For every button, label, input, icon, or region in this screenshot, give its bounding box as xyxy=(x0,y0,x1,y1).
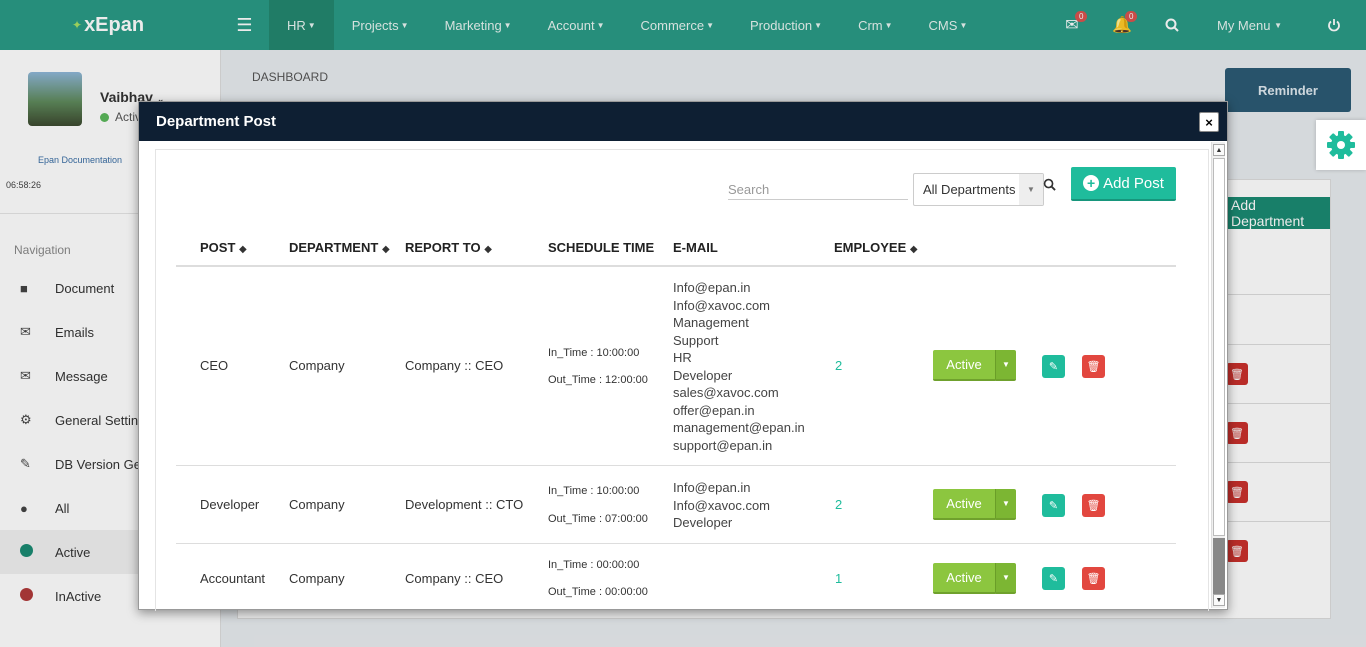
close-icon[interactable]: × xyxy=(1199,112,1219,132)
report-to-cell: Company :: CEO xyxy=(405,571,504,586)
column-label: EMPLOYEE xyxy=(834,240,907,255)
email-list: Info@epan.in Info@xavoc.com Developer xyxy=(673,479,770,532)
caret-down-icon[interactable]: ▼ xyxy=(995,350,1016,381)
post-cell: CEO xyxy=(200,358,229,373)
edit-pencil-icon[interactable]: ✎ xyxy=(1042,494,1065,517)
sort-icon: ◆ xyxy=(484,244,492,255)
add-post-button[interactable]: + Add Post xyxy=(1071,167,1176,201)
in-time: In_Time : 10:00:00 xyxy=(548,485,640,497)
row-divider xyxy=(176,465,1176,466)
column-header-report-to[interactable]: REPORT TO ◆ xyxy=(405,240,492,255)
email-item: Info@epan.in xyxy=(673,480,751,495)
modal-body: All Departments ▼ +Add Post POST ◆ DEPAR… xyxy=(155,149,1209,611)
column-label: POST xyxy=(200,240,236,255)
edit-pencil-icon[interactable]: ✎ xyxy=(1042,355,1065,378)
status-dropdown: Active ▼ xyxy=(933,489,1016,520)
department-cell: Company xyxy=(289,571,345,586)
email-item: management@epan.in xyxy=(673,420,805,435)
department-post-modal: Department Post × All Departments ▼ +Add… xyxy=(138,101,1228,611)
delete-trash-icon[interactable]: 🗑 xyxy=(1082,494,1105,517)
employee-count-link[interactable]: 1 xyxy=(835,571,842,586)
post-cell: Developer xyxy=(200,497,260,512)
column-header-email: E-MAIL xyxy=(673,240,718,255)
row-divider xyxy=(176,543,1176,544)
email-item: Developer xyxy=(673,367,733,383)
email-item: Info@xavoc.com xyxy=(673,497,771,513)
search-icon[interactable] xyxy=(1043,178,1056,194)
scrollbar-thumb[interactable] xyxy=(1213,158,1225,536)
in-time: In_Time : 00:00:00 xyxy=(548,559,640,571)
column-label: REPORT TO xyxy=(405,240,481,255)
status-dropdown: Active ▼ xyxy=(933,563,1016,594)
active-button[interactable]: Active xyxy=(933,563,995,594)
email-item: offer@epan.in xyxy=(673,402,755,418)
modal-header: Department Post × xyxy=(139,102,1227,141)
email-item: sales@xavoc.com xyxy=(673,385,779,400)
report-to-cell: Development :: CTO xyxy=(405,497,524,512)
sort-icon: ◆ xyxy=(909,244,918,255)
department-filter-value: All Departments xyxy=(923,182,1016,197)
column-header-schedule-time: SCHEDULE TIME xyxy=(548,240,655,255)
gear-icon xyxy=(1327,131,1355,159)
column-header-department[interactable]: DEPARTMENT ◆ xyxy=(289,240,390,255)
report-to-cell: Company :: CEO xyxy=(405,358,504,373)
email-item: Support xyxy=(673,332,719,348)
in-time: In_Time : 10:00:00 xyxy=(548,347,640,359)
email-item: support@epan.in xyxy=(673,437,773,453)
email-item: Developer xyxy=(673,515,733,530)
sort-icon: ◆ xyxy=(239,244,247,255)
email-list: Info@epan.in Info@xavoc.com Management S… xyxy=(673,279,805,454)
scrollbar-track xyxy=(1213,538,1225,594)
department-cell: Company xyxy=(289,497,345,512)
employee-count-link[interactable]: 2 xyxy=(835,497,842,512)
department-filter-select[interactable]: All Departments ▼ xyxy=(913,173,1044,206)
search-input[interactable] xyxy=(728,180,908,200)
email-item: Info@epan.in xyxy=(673,280,751,295)
sort-icon: ◆ xyxy=(381,244,390,255)
plus-circle-icon: + xyxy=(1083,175,1100,191)
delete-trash-icon[interactable]: 🗑 xyxy=(1082,355,1105,378)
add-post-label: Add Post xyxy=(1103,174,1164,192)
out-time: Out_Time : 00:00:00 xyxy=(548,586,648,598)
caret-down-icon: ▼ xyxy=(1019,174,1043,205)
active-button[interactable]: Active xyxy=(933,350,995,381)
out-time: Out_Time : 07:00:00 xyxy=(548,513,648,525)
scroll-down-arrow-icon[interactable]: ▼ xyxy=(1213,594,1225,606)
column-header-post[interactable]: POST ◆ xyxy=(200,240,247,255)
email-item: HR xyxy=(673,350,692,365)
column-header-employee[interactable]: EMPLOYEE ◆ xyxy=(834,240,918,255)
caret-down-icon[interactable]: ▼ xyxy=(995,489,1016,520)
scroll-up-arrow-icon[interactable]: ▲ xyxy=(1213,144,1225,156)
active-button[interactable]: Active xyxy=(933,489,995,520)
modal-scrollbar[interactable]: ▲ ▼ xyxy=(1211,142,1225,608)
email-item: Management xyxy=(673,315,749,330)
edit-pencil-icon[interactable]: ✎ xyxy=(1042,567,1065,590)
employee-count-link[interactable]: 2 xyxy=(835,358,842,373)
modal-title: Department Post xyxy=(156,113,277,130)
out-time: Out_Time : 12:00:00 xyxy=(548,374,648,386)
post-cell: Accountant xyxy=(200,571,266,586)
status-dropdown: Active ▼ xyxy=(933,350,1016,381)
delete-trash-icon[interactable]: 🗑 xyxy=(1082,567,1105,590)
settings-gear-button[interactable] xyxy=(1316,120,1366,170)
column-label: DEPARTMENT xyxy=(289,240,379,255)
department-cell: Company xyxy=(289,358,345,373)
caret-down-icon[interactable]: ▼ xyxy=(995,563,1016,594)
email-item: Info@xavoc.com xyxy=(673,297,771,313)
table-header-divider xyxy=(176,265,1176,267)
